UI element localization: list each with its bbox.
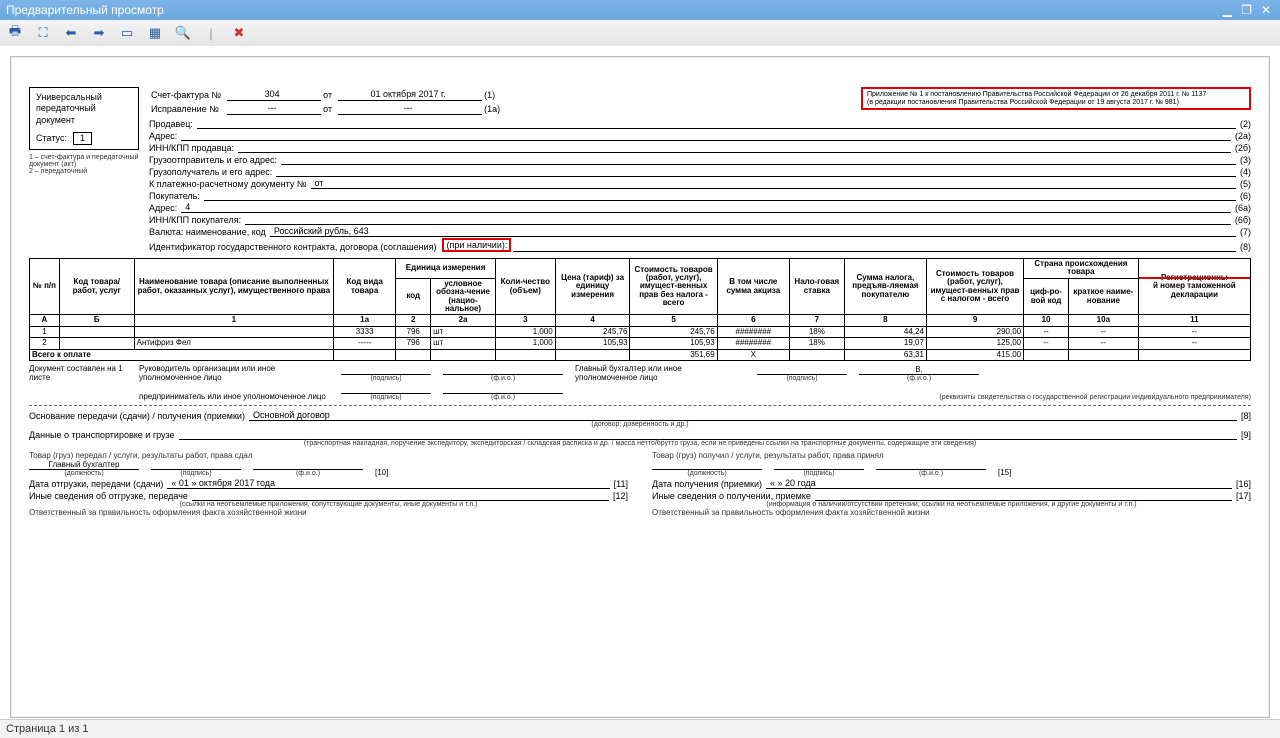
status-value: 1 (73, 132, 92, 145)
fit-icon[interactable]: ⛶ (34, 24, 52, 42)
minimize-icon[interactable]: ▁ (1219, 0, 1235, 20)
page-icon[interactable]: ▭ (118, 24, 136, 42)
upd-title-box: Универсальныйпередаточныйдокумент Статус… (29, 87, 139, 150)
status-bar: Страница 1 из 1 (0, 719, 1280, 738)
status-note-1: 1 – счет-фактура и передаточный документ… (29, 154, 141, 168)
right-receive-block: Товар (груз) получил / услуги, результат… (652, 451, 1251, 517)
page-viewer: Приложение № 1 к постановлению Правитель… (0, 46, 1280, 720)
header-fields: Счет-фактура № 304 от 01 октября 2017 г.… (149, 87, 1251, 252)
preview-toolbar: 🖶 ⛶ ⬅ ➡ ▭ ▦ 🔍 | ✖ (0, 20, 1280, 47)
zoom-out-icon[interactable]: 🔍 (174, 24, 192, 42)
legislation-note: Приложение № 1 к постановлению Правитель… (861, 87, 1251, 110)
print-icon[interactable]: 🖶 (6, 24, 24, 42)
left-transfer-block: Товар (груз) передал / услуги, результат… (29, 451, 628, 517)
prev-page-icon[interactable]: ⬅ (62, 24, 80, 42)
invoice-table: № п/п Код товара/ работ, услуг Наименова… (29, 258, 1251, 361)
close-preview-icon[interactable]: ✖ (230, 24, 248, 42)
document-page: Приложение № 1 к постановлению Правитель… (10, 56, 1270, 718)
grid-icon[interactable]: ▦ (146, 24, 164, 42)
close-icon[interactable]: ✕ (1258, 0, 1274, 20)
doc-pages: Документ составлен на 1 листе (29, 364, 129, 401)
toolbar-divider: | (202, 24, 220, 42)
maximize-icon[interactable]: ❐ (1239, 0, 1255, 20)
window-titlebar: Предварительный просмотр ▁ ❐ ✕ (0, 0, 1280, 20)
window-title: Предварительный просмотр (6, 0, 164, 20)
status-note-2: 2 – передаточный (29, 168, 141, 175)
next-page-icon[interactable]: ➡ (90, 24, 108, 42)
